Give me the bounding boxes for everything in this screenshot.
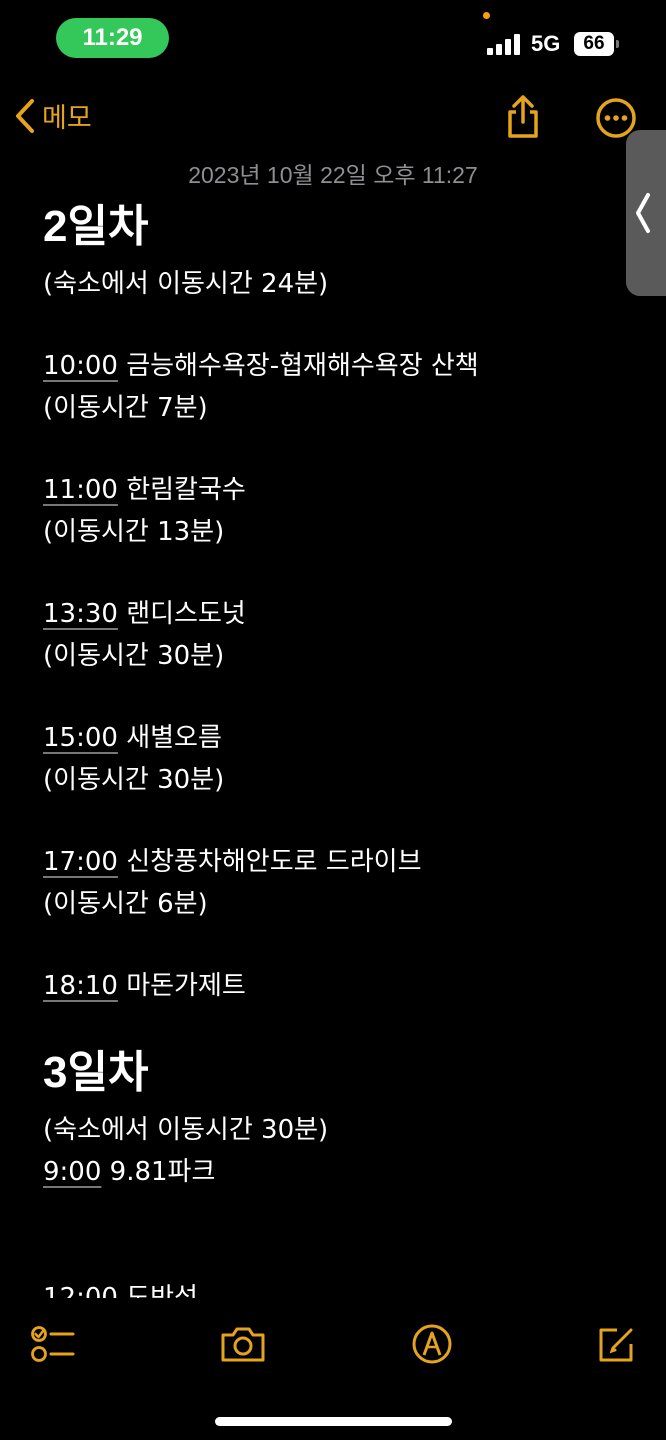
camera-icon (221, 1327, 265, 1362)
schedule-item: 13:30 랜디스도넛 (43, 593, 633, 635)
time-link[interactable]: 9:00 (43, 1157, 101, 1187)
place: 9.81파크 (101, 1157, 216, 1187)
travel-time: (이동시간 6분) (43, 889, 208, 919)
time-link[interactable]: 15:00 (43, 723, 118, 753)
day3-intro: (숙소에서 이동시간 30분) (43, 1115, 329, 1145)
privacy-indicator-dot (483, 12, 490, 19)
compose-icon (599, 1328, 633, 1362)
time-link[interactable]: 13:30 (43, 599, 118, 629)
checklist-button[interactable] (30, 1325, 76, 1363)
home-indicator[interactable] (215, 1417, 452, 1426)
share-button[interactable] (502, 94, 544, 140)
back-button[interactable]: 메모 (14, 96, 92, 135)
travel-time: (이동시간 30분) (43, 765, 225, 795)
schedule-item: 15:00 새별오름 (43, 717, 633, 759)
checklist-icon (31, 1326, 75, 1362)
travel-time: (이동시간 7분) (43, 393, 208, 423)
share-icon (508, 95, 538, 138)
schedule-item: 18:10 마돈가제트 (43, 965, 633, 1007)
chevron-left-icon (636, 193, 650, 233)
place: 마돈가제트 (117, 971, 246, 1001)
time-link[interactable]: 18:10 (43, 971, 118, 1001)
status-time: 11:29 (56, 18, 169, 58)
schedule-item: 11:00 한림칼국수 (43, 469, 633, 511)
place: 한림칼국수 (117, 475, 246, 505)
schedule-item: 17:00 신창풍차해안도로 드라이브 (43, 841, 633, 883)
day3-heading: 3일차 (43, 1048, 149, 1097)
place: 도반성 (117, 1283, 198, 1298)
schedule-item: 10:00 금능해수욕장-협재해수욕장 산책 (43, 345, 633, 387)
place: 금능해수욕장-협재해수욕장 산책 (117, 351, 479, 381)
schedule-item: 12:00 도반성 (43, 1277, 633, 1298)
chevron-left-icon (16, 98, 34, 133)
place: 새별오름 (117, 723, 222, 753)
time-link[interactable]: 12:00 (43, 1283, 118, 1298)
note-date: 2023년 10월 22일 오후 11:27 (188, 162, 478, 188)
compose-button[interactable] (597, 1324, 637, 1364)
time-link[interactable]: 10:00 (43, 351, 118, 381)
day2-heading: 2일차 (43, 202, 149, 251)
back-label: 메모 (42, 103, 92, 134)
battery-icon: 66 (574, 32, 614, 56)
cellular-signal-icon (487, 33, 521, 55)
camera-button[interactable] (219, 1325, 267, 1363)
battery-level: 66 (583, 33, 605, 54)
time-link[interactable]: 11:00 (43, 475, 118, 505)
place: 신창풍차해안도로 드라이브 (117, 847, 422, 877)
pen-tip-icon (412, 1324, 452, 1364)
day2-intro: (숙소에서 이동시간 24분) (43, 269, 329, 299)
travel-time: (이동시간 13분) (43, 517, 225, 547)
note-body[interactable]: 2일차 (숙소에서 이동시간 24분) 10:00 금능해수욕장-협재해수욕장 … (43, 195, 633, 1298)
travel-time: (이동시간 30분) (43, 641, 225, 671)
battery-tip (616, 40, 619, 48)
time-link[interactable]: 17:00 (43, 847, 118, 877)
markup-button[interactable] (411, 1323, 453, 1365)
place: 랜디스도넛 (117, 599, 246, 629)
schedule-item: 9:00 9.81파크 (43, 1151, 633, 1193)
network-type: 5G (531, 31, 561, 56)
